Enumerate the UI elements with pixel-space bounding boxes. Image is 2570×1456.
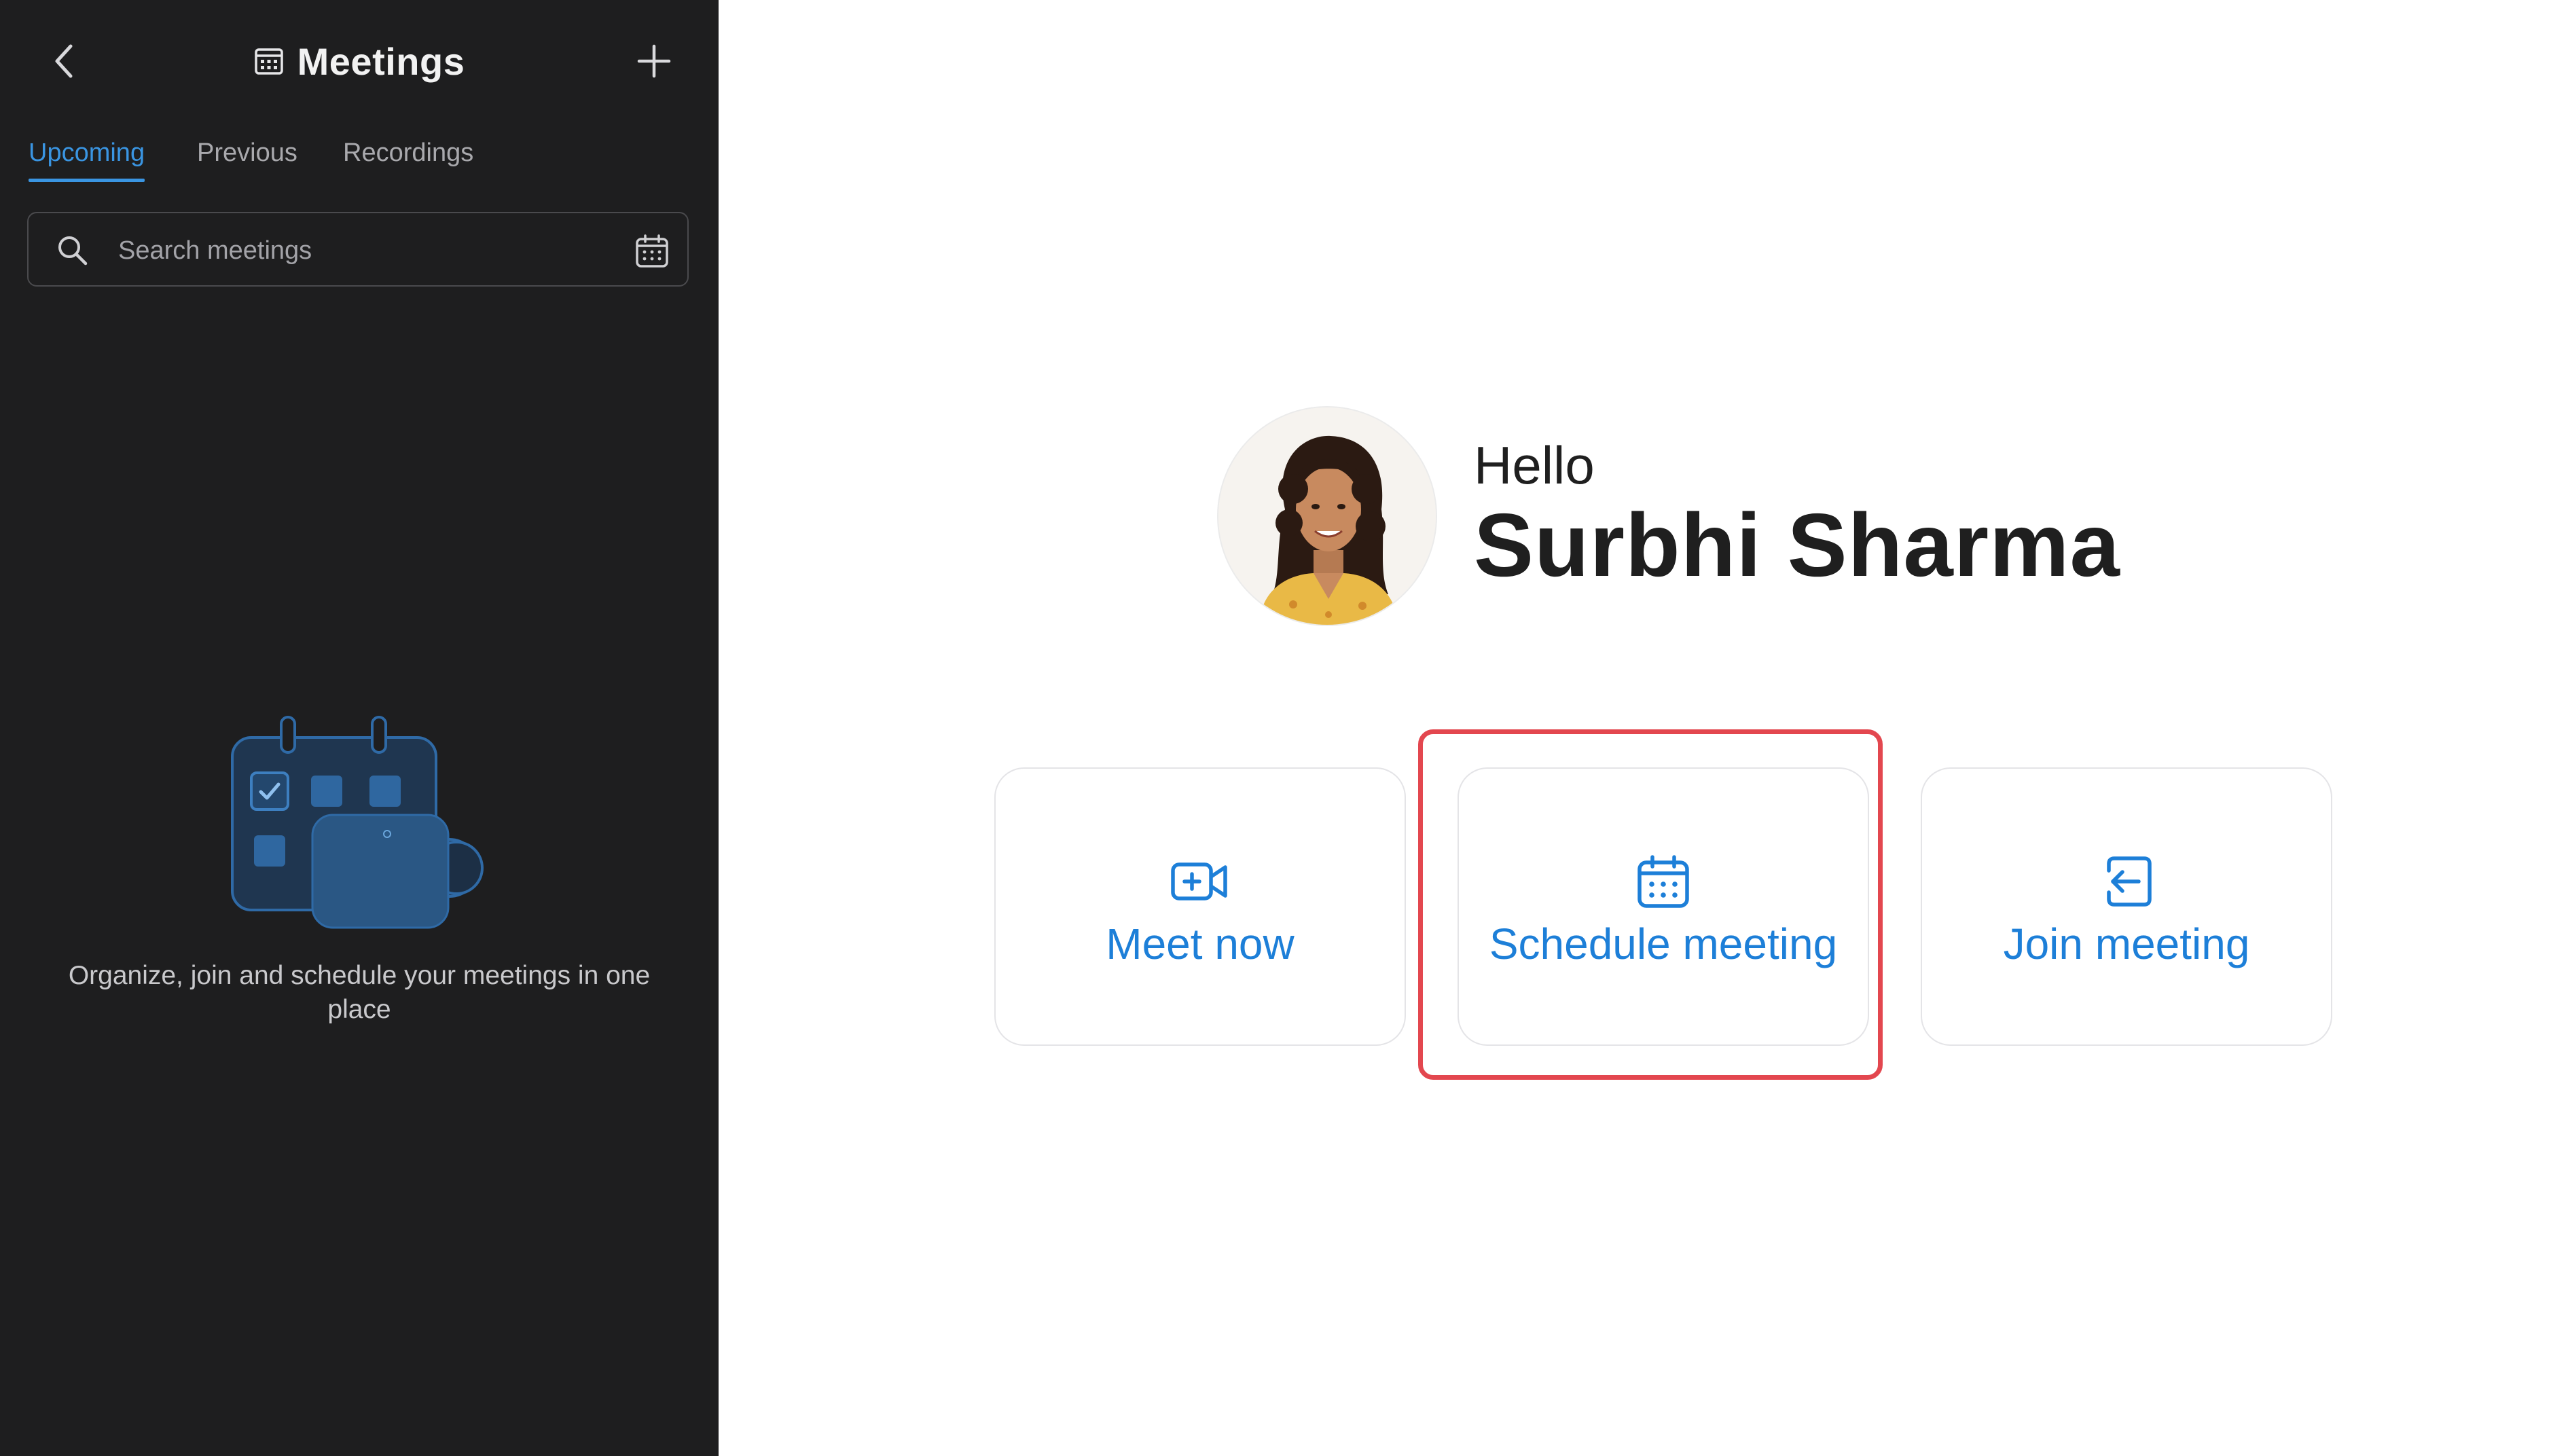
meet-now-label: Meet now xyxy=(1106,920,1295,968)
join-meeting-button[interactable]: Join meeting xyxy=(1921,767,2332,1046)
app-window: Meetings Upcoming Previous Recordings Se… xyxy=(0,0,2570,1456)
meet-now-button[interactable]: Meet now xyxy=(994,767,1406,1046)
schedule-meeting-button[interactable]: Schedule meeting xyxy=(1458,767,1869,1046)
schedule-meeting-label: Schedule meeting xyxy=(1489,920,1838,968)
calendar-grid-icon xyxy=(254,48,283,75)
plus-icon xyxy=(637,44,671,78)
calendar-icon xyxy=(1459,850,1868,913)
search-input[interactable] xyxy=(118,227,566,274)
tab-recordings[interactable]: Recordings xyxy=(343,129,473,183)
calendar-icon xyxy=(636,234,668,268)
tab-upcoming[interactable]: Upcoming xyxy=(29,129,145,183)
greeting-text: Hello xyxy=(1474,435,1595,495)
join-meeting-label: Join meeting xyxy=(2003,920,2250,968)
add-meeting-button[interactable] xyxy=(630,37,678,86)
search-box xyxy=(27,212,689,287)
main-panel: Hello Surbhi Sharma Meet now Schedule me… xyxy=(719,0,2570,1456)
video-plus-icon xyxy=(996,850,1405,913)
empty-state-text: Organize, join and schedule your meeting… xyxy=(68,961,651,1024)
sidebar-header: Meetings xyxy=(0,0,719,122)
sidebar-title-group: Meetings xyxy=(0,34,719,88)
search-icon xyxy=(56,234,90,268)
sidebar: Meetings Upcoming Previous Recordings Se… xyxy=(0,0,719,1456)
tab-previous[interactable]: Previous xyxy=(197,129,297,183)
join-icon xyxy=(1922,850,2331,913)
calendar-filter-button[interactable] xyxy=(633,232,671,270)
avatar[interactable] xyxy=(1218,407,1436,625)
calendar-camera-illustration xyxy=(224,713,496,944)
sidebar-title: Meetings xyxy=(297,39,465,83)
user-name: Surbhi Sharma xyxy=(1474,495,2120,595)
